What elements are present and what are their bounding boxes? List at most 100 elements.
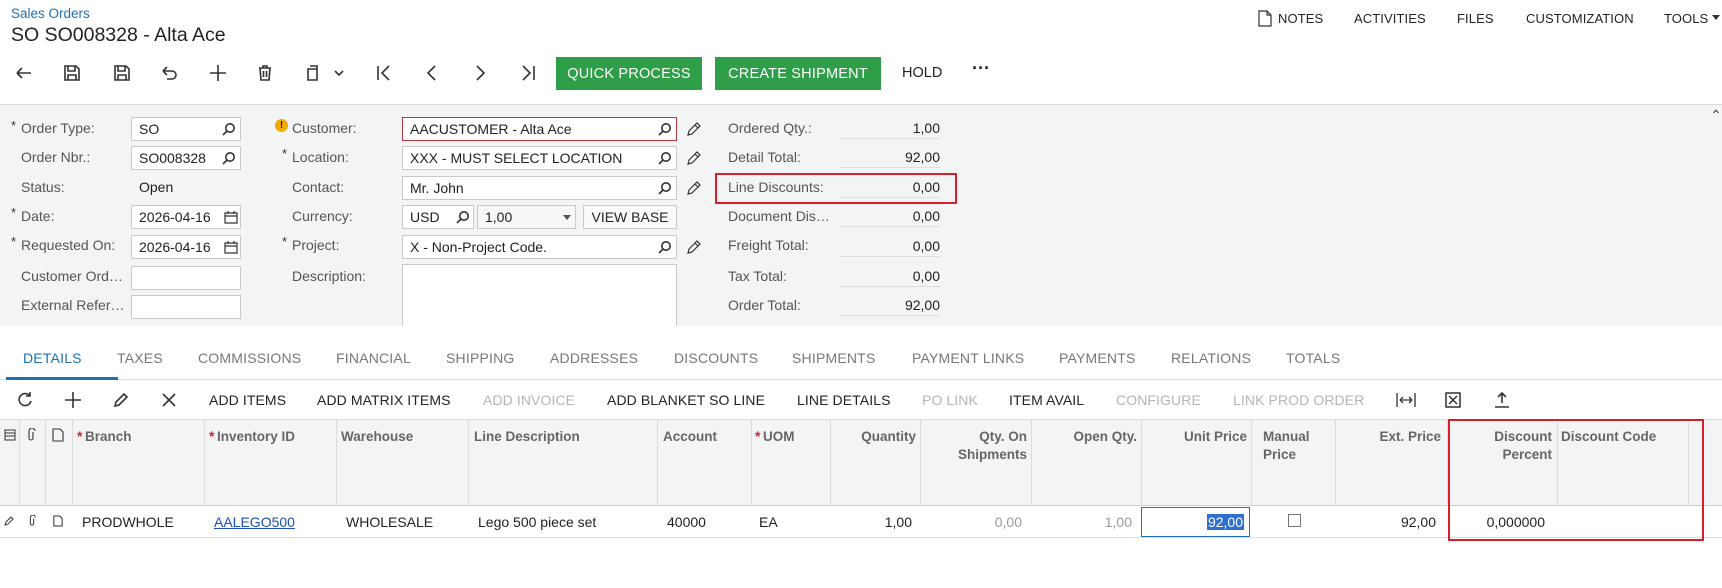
col-quantity[interactable]: Quantity bbox=[830, 428, 916, 446]
tab-totals[interactable]: TOTALS bbox=[1286, 350, 1340, 366]
add-row-icon[interactable] bbox=[63, 390, 83, 410]
upload-icon[interactable] bbox=[1492, 390, 1512, 410]
edit-pencil-icon[interactable] bbox=[684, 120, 702, 138]
cell-branch[interactable]: PRODWHOLE bbox=[82, 514, 174, 530]
previous-record-icon[interactable] bbox=[418, 59, 446, 87]
tab-shipments[interactable]: SHIPMENTS bbox=[792, 350, 875, 366]
tab-details[interactable]: DETAILS bbox=[23, 350, 82, 366]
search-icon[interactable] bbox=[220, 149, 238, 167]
dropdown-caret-icon[interactable] bbox=[563, 215, 571, 220]
tab-commissions[interactable]: COMMISSIONS bbox=[198, 350, 301, 366]
quick-process-button[interactable]: QUICK PROCESS bbox=[556, 57, 702, 90]
tab-payment-links[interactable]: PAYMENT LINKS bbox=[912, 350, 1024, 366]
copy-paste-icon[interactable] bbox=[300, 59, 328, 87]
notes-link[interactable]: NOTES bbox=[1278, 11, 1323, 26]
hold-button[interactable]: HOLD bbox=[902, 65, 942, 81]
row-note-icon[interactable] bbox=[52, 514, 64, 528]
configure-button[interactable]: CONFIGURE bbox=[1116, 392, 1201, 408]
currency-rate-field[interactable]: 1,00 bbox=[477, 205, 576, 229]
search-icon[interactable] bbox=[656, 238, 674, 256]
tab-financial[interactable]: FINANCIAL bbox=[336, 350, 411, 366]
calendar-icon[interactable] bbox=[222, 208, 240, 226]
undo-icon[interactable] bbox=[155, 59, 183, 87]
add-items-button[interactable]: ADD ITEMS bbox=[209, 392, 286, 408]
line-details-button[interactable]: LINE DETAILS bbox=[797, 392, 891, 408]
tab-payments[interactable]: PAYMENTS bbox=[1059, 350, 1136, 366]
tools-menu[interactable]: TOOLS bbox=[1664, 11, 1708, 26]
calendar-icon[interactable] bbox=[222, 238, 240, 256]
next-record-icon[interactable] bbox=[466, 59, 494, 87]
col-ext-price[interactable]: Ext. Price bbox=[1335, 428, 1441, 446]
chevron-down-icon[interactable] bbox=[332, 66, 346, 80]
search-icon[interactable] bbox=[220, 120, 238, 138]
tools-caret-icon[interactable] bbox=[1712, 15, 1720, 20]
delete-icon[interactable] bbox=[251, 59, 279, 87]
search-icon[interactable] bbox=[454, 208, 472, 226]
save-close-icon[interactable] bbox=[58, 59, 86, 87]
tab-discounts[interactable]: DISCOUNTS bbox=[674, 350, 758, 366]
col-warehouse[interactable]: Warehouse bbox=[341, 428, 413, 446]
customization-link[interactable]: CUSTOMIZATION bbox=[1526, 11, 1634, 26]
breadcrumb[interactable]: Sales Orders bbox=[11, 6, 90, 21]
view-base-button[interactable]: VIEW BASE bbox=[583, 205, 677, 229]
project-field[interactable]: X - Non-Project Code. bbox=[402, 235, 677, 259]
external-ref-field[interactable] bbox=[131, 295, 241, 319]
po-link-button[interactable]: PO LINK bbox=[922, 392, 978, 408]
grid-settings-icon[interactable] bbox=[3, 428, 17, 442]
cell-account[interactable]: 40000 bbox=[667, 514, 706, 530]
cell-line-description[interactable]: Lego 500 piece set bbox=[478, 514, 596, 530]
description-field[interactable] bbox=[402, 264, 677, 327]
add-icon[interactable] bbox=[204, 59, 232, 87]
tab-relations[interactable]: RELATIONS bbox=[1171, 350, 1251, 366]
location-field[interactable]: XXX - MUST SELECT LOCATION bbox=[402, 146, 677, 170]
col-account[interactable]: Account bbox=[663, 428, 717, 446]
col-branch[interactable]: Branch bbox=[85, 428, 132, 446]
link-prod-order-button[interactable]: LINK PROD ORDER bbox=[1233, 392, 1364, 408]
add-blanket-so-line-button[interactable]: ADD BLANKET SO LINE bbox=[607, 392, 765, 408]
tab-shipping[interactable]: SHIPPING bbox=[446, 350, 515, 366]
edit-row-icon[interactable] bbox=[111, 390, 131, 410]
row-edit-icon[interactable] bbox=[3, 514, 15, 528]
last-record-icon[interactable] bbox=[514, 59, 542, 87]
row-attachment-icon[interactable] bbox=[26, 514, 38, 528]
search-icon[interactable] bbox=[656, 179, 674, 197]
add-invoice-button[interactable]: ADD INVOICE bbox=[483, 392, 575, 408]
col-uom[interactable]: UOM bbox=[763, 428, 795, 446]
edit-pencil-icon[interactable] bbox=[684, 238, 702, 256]
save-icon[interactable] bbox=[108, 59, 136, 87]
customer-field[interactable]: AACUSTOMER - Alta Ace bbox=[402, 117, 677, 141]
tab-taxes[interactable]: TAXES bbox=[117, 350, 163, 366]
cell-uom[interactable]: EA bbox=[759, 514, 778, 530]
item-avail-button[interactable]: ITEM AVAIL bbox=[1009, 392, 1084, 408]
col-unit-price[interactable]: Unit Price bbox=[1141, 428, 1247, 446]
col-open-qty[interactable]: Open Qty. bbox=[1031, 428, 1137, 446]
edit-pencil-icon[interactable] bbox=[684, 149, 702, 167]
more-menu-icon[interactable]: ··· bbox=[972, 58, 990, 79]
files-link[interactable]: FILES bbox=[1457, 11, 1494, 26]
cell-inventory-id-link[interactable]: AALEGO500 bbox=[214, 514, 295, 530]
search-icon[interactable] bbox=[656, 149, 674, 167]
back-icon[interactable] bbox=[10, 59, 38, 87]
cell-unit-price[interactable]: 92,00 bbox=[1141, 514, 1244, 530]
search-icon[interactable] bbox=[656, 120, 674, 138]
activities-link[interactable]: ACTIVITIES bbox=[1354, 11, 1426, 26]
cell-ext-price[interactable]: 92,00 bbox=[1335, 514, 1436, 530]
col-line-description[interactable]: Line Description bbox=[474, 428, 580, 446]
col-manual-price[interactable]: Manual Price bbox=[1263, 428, 1310, 464]
col-inventory-id[interactable]: Inventory ID bbox=[217, 428, 295, 446]
export-excel-icon[interactable] bbox=[1443, 390, 1463, 410]
customer-ord-field[interactable] bbox=[131, 266, 241, 290]
col-qty-on-shipments[interactable]: Qty. On Shipments bbox=[920, 428, 1027, 464]
tab-addresses[interactable]: ADDRESSES bbox=[550, 350, 638, 366]
delete-row-icon[interactable] bbox=[159, 390, 179, 410]
create-shipment-button[interactable]: CREATE SHIPMENT bbox=[715, 57, 881, 90]
refresh-icon[interactable] bbox=[15, 390, 35, 410]
contact-field[interactable]: Mr. John bbox=[402, 176, 677, 200]
fit-columns-icon[interactable] bbox=[1395, 390, 1417, 410]
cell-quantity[interactable]: 1,00 bbox=[830, 514, 912, 530]
cell-warehouse[interactable]: WHOLESALE bbox=[346, 514, 433, 530]
first-record-icon[interactable] bbox=[370, 59, 398, 87]
collapse-icon[interactable]: ⌃ bbox=[1710, 107, 1722, 124]
manual-price-checkbox[interactable] bbox=[1288, 514, 1301, 527]
edit-pencil-icon[interactable] bbox=[684, 179, 702, 197]
